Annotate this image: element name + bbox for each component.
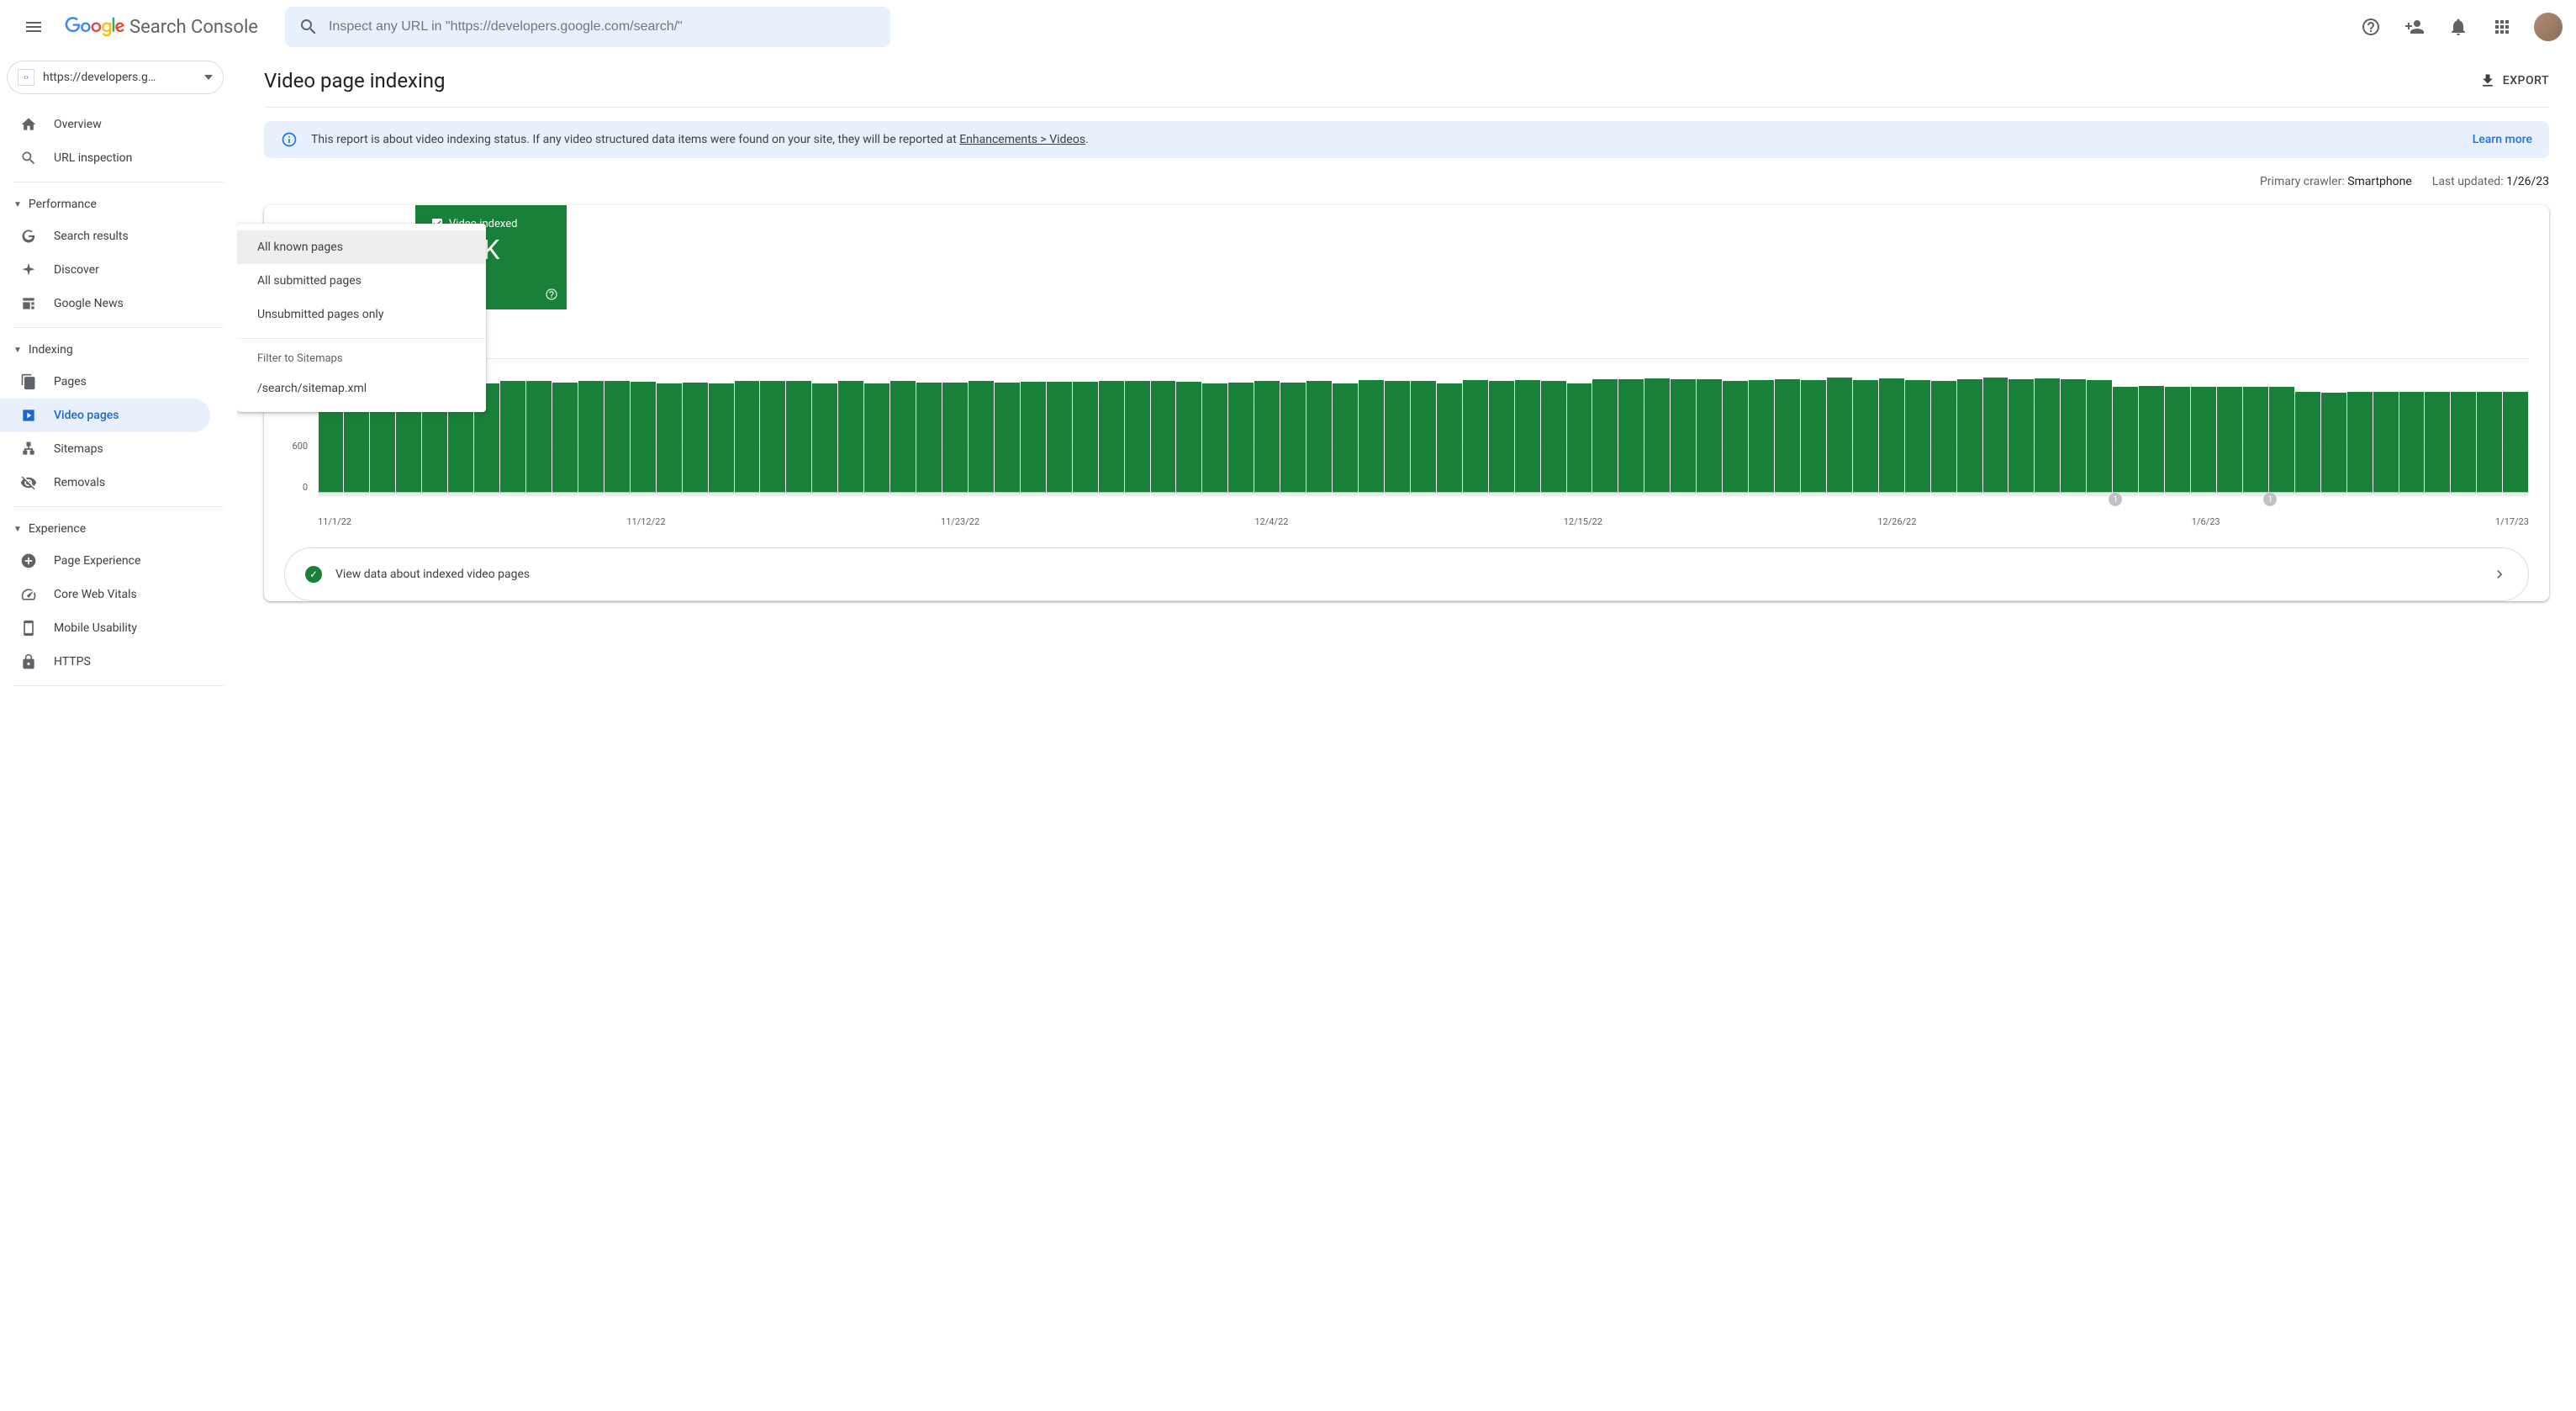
- meta-row: Primary crawler: Smartphone Last updated…: [264, 175, 2549, 188]
- url-inspect-search[interactable]: [285, 7, 890, 47]
- nav-search-results[interactable]: Search results: [0, 219, 210, 253]
- dropdown-unsubmitted-pages[interactable]: Unsubmitted pages only: [237, 298, 486, 331]
- logo[interactable]: Search Console: [64, 17, 258, 38]
- chart: Video pages 1.8K1.2K6000 11 11/1/2211/12…: [264, 309, 2549, 547]
- chart-title: Video pages: [304, 343, 2529, 355]
- property-selector[interactable]: ‹› https://developers.g…: [7, 61, 224, 94]
- chevron-down-icon: [204, 75, 213, 80]
- nav-sitemaps[interactable]: Sitemaps: [0, 432, 210, 466]
- nav-url-inspection[interactable]: URL inspection: [0, 141, 210, 175]
- sidebar: ‹› https://developers.g… Overview URL in…: [0, 54, 237, 1411]
- google-logo-icon: [64, 17, 126, 37]
- chart-card: Video indexed 1.43K Video pages 1.8K1.2K…: [264, 205, 2549, 601]
- chevron-down-icon: ▼: [13, 346, 22, 355]
- sitemap-icon: [20, 441, 37, 457]
- property-label: https://developers.g…: [43, 71, 196, 84]
- nav-https[interactable]: HTTPS: [0, 645, 210, 679]
- help-icon[interactable]: [2352, 8, 2389, 45]
- nav-core-web-vitals[interactable]: Core Web Vitals: [0, 578, 210, 611]
- notifications-icon[interactable]: [2440, 8, 2477, 45]
- event-markers: 11: [318, 493, 2529, 510]
- product-name: Search Console: [129, 17, 258, 38]
- dropdown-section-header: Filter to Sitemaps: [237, 346, 486, 372]
- google-g-icon: [20, 228, 37, 245]
- export-button[interactable]: EXPORT: [2479, 72, 2549, 89]
- video-icon: [20, 407, 37, 424]
- menu-icon[interactable]: [13, 7, 54, 47]
- nav-group-indexing[interactable]: ▼Indexing: [0, 335, 237, 365]
- info-text: This report is about video indexing stat…: [311, 133, 1089, 146]
- view-indexed-data-button[interactable]: ✓ View data about indexed video pages: [284, 547, 2529, 601]
- nav-video-pages[interactable]: Video pages: [0, 399, 210, 432]
- search-icon: [298, 17, 319, 37]
- discover-icon: [20, 262, 37, 278]
- nav-discover[interactable]: Discover: [0, 253, 210, 287]
- info-icon: [281, 131, 298, 148]
- pages-icon: [20, 373, 37, 390]
- chevron-right-icon: [2491, 566, 2508, 583]
- dropdown-all-submitted-pages[interactable]: All submitted pages: [237, 264, 486, 298]
- nav-overview[interactable]: Overview: [0, 108, 210, 141]
- nav-mobile-usability[interactable]: Mobile Usability: [0, 611, 210, 645]
- nav-removals[interactable]: Removals: [0, 466, 210, 499]
- search-icon: [20, 150, 37, 166]
- nav-pages[interactable]: Pages: [0, 365, 210, 399]
- main-content: Video page indexing EXPORT This report i…: [237, 54, 2576, 1411]
- nav-page-experience[interactable]: Page Experience: [0, 544, 210, 578]
- chevron-down-icon: ▼: [13, 525, 22, 534]
- learn-more-link[interactable]: Learn more: [2473, 133, 2532, 146]
- nav-group-performance[interactable]: ▼Performance: [0, 189, 237, 219]
- info-banner: This report is about video indexing stat…: [264, 121, 2549, 158]
- app-header: Search Console: [0, 0, 2576, 54]
- plot-area: [318, 358, 2529, 493]
- account-avatar[interactable]: [2534, 13, 2563, 41]
- page-filter-dropdown: All known pages All submitted pages Unsu…: [237, 224, 486, 412]
- enhancements-link[interactable]: Enhancements > Videos: [959, 133, 1085, 146]
- lock-icon: [20, 653, 37, 670]
- nav-group-experience[interactable]: ▼Experience: [0, 514, 237, 544]
- dropdown-sitemap-item[interactable]: /search/sitemap.xml: [237, 372, 486, 405]
- plus-circle-icon: [20, 552, 37, 569]
- home-icon: [20, 116, 37, 133]
- chevron-down-icon: ▼: [13, 200, 22, 209]
- apps-icon[interactable]: [2484, 8, 2521, 45]
- property-favicon: ‹›: [18, 69, 34, 86]
- page-title: Video page indexing: [264, 69, 446, 92]
- news-icon: [20, 295, 37, 312]
- tile-help-icon[interactable]: [545, 288, 558, 301]
- speed-icon: [20, 586, 37, 603]
- visibility-off-icon: [20, 474, 37, 491]
- dropdown-all-known-pages[interactable]: All known pages: [237, 230, 486, 264]
- download-icon: [2479, 72, 2496, 89]
- add-user-icon[interactable]: [2396, 8, 2433, 45]
- smartphone-icon: [20, 620, 37, 637]
- nav-google-news[interactable]: Google News: [0, 287, 210, 320]
- url-inspect-input[interactable]: [329, 19, 877, 34]
- x-axis: 11/1/2211/12/2211/23/2212/4/2212/15/2212…: [318, 516, 2529, 527]
- check-circle-icon: ✓: [305, 566, 322, 583]
